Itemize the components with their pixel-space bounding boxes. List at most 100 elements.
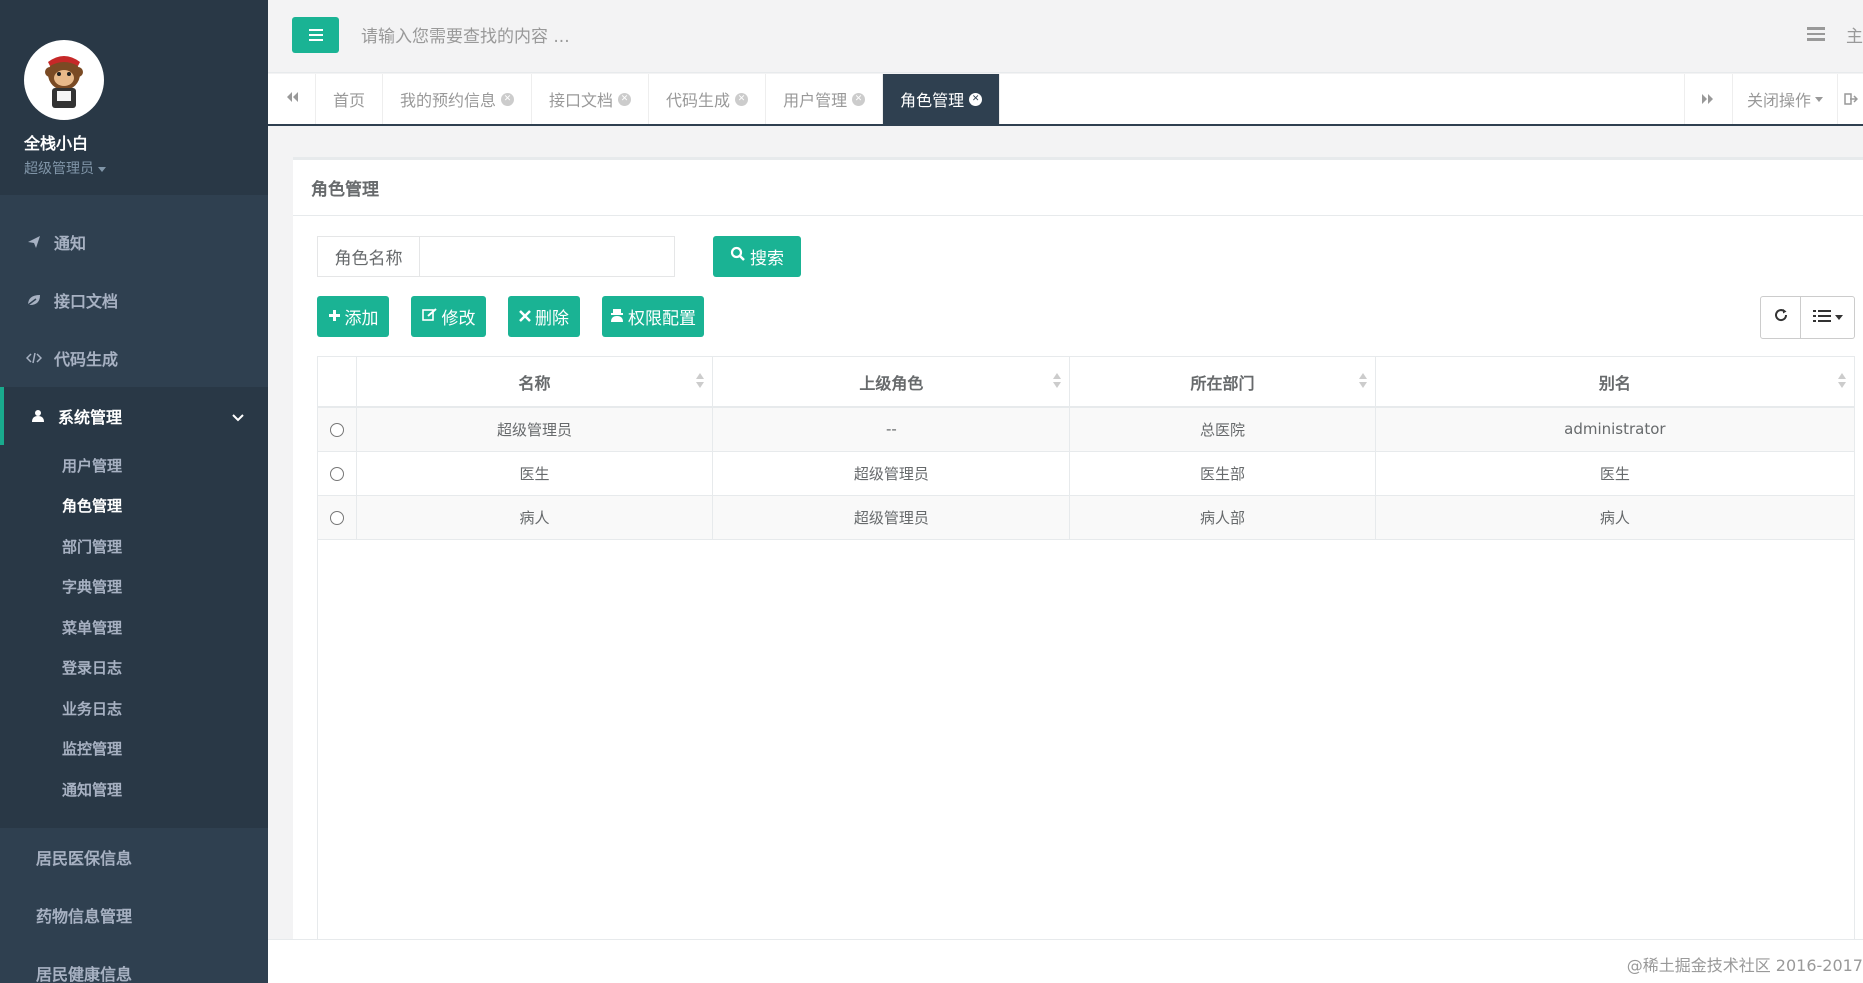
sidebar-sub-menus[interactable]: 菜单管理 (0, 607, 268, 648)
tabs-bar: 首页 我的预约信息 ✕ 接口文档 ✕ 代码生成 ✕ 用户管理 ✕ 角色管理 ✕ 关闭操作 (268, 74, 1863, 126)
column-header-department[interactable]: 所在部门 (1069, 357, 1376, 408)
delete-button[interactable]: 删除 (508, 296, 580, 337)
close-icon[interactable]: ✕ (618, 92, 632, 106)
tab-label: 代码生成 (666, 91, 731, 110)
sidebar-item-drug-info[interactable]: 药物信息管理 (0, 886, 268, 944)
close-icon[interactable]: ✕ (501, 92, 515, 106)
column-header-alias[interactable]: 别名 (1375, 357, 1854, 408)
column-header-label: 所在部门 (1190, 373, 1255, 393)
role-name-input[interactable] (420, 237, 674, 276)
tab-label: 用户管理 (783, 91, 848, 110)
close-operations-dropdown[interactable]: 关闭操作 (1731, 74, 1837, 124)
permission-config-button[interactable]: 权限配置 (602, 296, 704, 337)
tab-label: 首页 (333, 91, 366, 110)
column-header-label: 别名 (1598, 373, 1631, 393)
tab-label: 我的预约信息 (400, 91, 497, 110)
table-cell: 超级管理员 (712, 495, 1071, 540)
sort-icon (1838, 373, 1846, 391)
sidebar-item-resident-health[interactable]: 居民健康信息 (0, 944, 268, 983)
sidebar-item-label: 代码生成 (54, 350, 119, 369)
sidebar-sub-users[interactable]: 用户管理 (0, 445, 268, 486)
row-radio[interactable] (329, 422, 344, 437)
sidebar-sub-notice-mgmt[interactable]: 通知管理 (0, 769, 268, 810)
sidebar-subnav: 用户管理 角色管理 部门管理 字典管理 菜单管理 登录日志 业务日志 监控管理 … (0, 445, 268, 828)
add-button[interactable]: 添加 (317, 296, 389, 337)
table-row[interactable]: 超级管理员 -- 总医院 administrator (318, 407, 1854, 452)
sidebar-sub-departments[interactable]: 部门管理 (0, 526, 268, 567)
sidebar-sub-dictionary[interactable]: 字典管理 (0, 567, 268, 608)
table-cell: 医生 (356, 451, 714, 496)
table-row[interactable]: 医生 超级管理员 医生部 医生 (318, 451, 1854, 496)
list-icon (1812, 307, 1831, 328)
sidebar-sub-monitor[interactable]: 监控管理 (0, 729, 268, 770)
tab-label: 接口文档 (549, 91, 614, 110)
page-title: 角色管理 (293, 160, 1863, 216)
sidebar-sub-login-log[interactable]: 登录日志 (0, 648, 268, 689)
sidebar-item-codegen[interactable]: 代码生成 (0, 329, 268, 387)
tabs-list: 首页 我的预约信息 ✕ 接口文档 ✕ 代码生成 ✕ 用户管理 ✕ 角色管理 ✕ (316, 74, 1001, 124)
column-header-label: 上级角色 (859, 373, 924, 393)
sidebar-sub-business-log[interactable]: 业务日志 (0, 688, 268, 729)
column-header-name[interactable]: 名称 (356, 357, 714, 408)
tab-home[interactable]: 首页 (316, 74, 384, 124)
profile-role-dropdown[interactable]: 超级管理员 (24, 158, 268, 178)
sidebar-item-notify[interactable]: 通知 (0, 213, 268, 271)
list-icon[interactable] (1807, 27, 1825, 41)
sidebar-nav: 通知 接口文档 代码生成 系统管理 用户管理 角色管理 部门管理 字典管理 菜单… (0, 213, 268, 983)
top-search-input[interactable]: 请输入您需要查找的内容 ... (361, 22, 570, 47)
refresh-button[interactable] (1760, 296, 1801, 339)
table-cell: 医生部 (1069, 451, 1376, 496)
double-chevron-left-icon (285, 91, 299, 107)
table-row[interactable]: 病人 超级管理员 病人部 病人 (318, 495, 1854, 540)
row-radio[interactable] (329, 510, 344, 525)
search-icon (730, 246, 746, 267)
columns-toggle-button[interactable] (1801, 296, 1855, 339)
edit-button-label: 修改 (441, 309, 476, 329)
sidebar-item-resident-insurance[interactable]: 居民医保信息 (0, 828, 268, 886)
paper-plane-icon (24, 235, 44, 249)
hamburger-icon-bar (308, 39, 323, 41)
logout-button[interactable] (1837, 74, 1863, 124)
row-radio[interactable] (329, 466, 344, 481)
tabs-right-tools: 关闭操作 (1683, 74, 1863, 124)
sort-icon (1358, 373, 1367, 391)
edit-button[interactable]: 修改 (411, 296, 486, 337)
table-tools (1760, 296, 1855, 339)
tab-label: 角色管理 (900, 91, 965, 110)
hamburger-icon (308, 29, 323, 31)
menu-toggle-button[interactable] (292, 17, 339, 53)
profile-name: 全栈小白 (24, 134, 89, 153)
role-name-input-group: 角色名称 (317, 236, 675, 277)
close-icon[interactable]: ✕ (735, 92, 749, 106)
column-header-parent-role[interactable]: 上级角色 (712, 357, 1071, 408)
plus-icon (328, 307, 341, 327)
close-operations-label: 关闭操作 (1746, 91, 1811, 110)
table-cell: 总医院 (1069, 407, 1376, 452)
avatar[interactable] (24, 40, 104, 120)
caret-down-icon (98, 166, 106, 172)
edit-icon (421, 307, 438, 327)
refresh-icon (1773, 307, 1789, 328)
tabs-scroll-left-button[interactable] (268, 74, 316, 124)
close-icon[interactable]: ✕ (969, 92, 983, 106)
search-button[interactable]: 搜索 (713, 236, 801, 277)
table-cell: 病人 (356, 495, 714, 540)
close-icon[interactable]: ✕ (852, 92, 866, 106)
tab-api-docs[interactable]: 接口文档 ✕ (532, 74, 650, 124)
times-icon (519, 307, 531, 327)
sidebar-item-api-docs[interactable]: 接口文档 (0, 271, 268, 329)
tab-role-mgmt[interactable]: 角色管理 ✕ (883, 74, 1001, 124)
table-header-row: 名称 上级角色 所在部门 别名 (318, 357, 1854, 408)
profile-panel: 全栈小白 超级管理员 (0, 0, 268, 195)
tab-my-appointments[interactable]: 我的预约信息 ✕ (383, 74, 533, 124)
tab-user-mgmt[interactable]: 用户管理 ✕ (766, 74, 884, 124)
search-row: 角色名称 搜索 (317, 236, 801, 277)
tabs-scroll-right-button[interactable] (1683, 74, 1732, 124)
sort-icon (696, 373, 705, 391)
sidebar-item-system[interactable]: 系统管理 (0, 387, 268, 445)
top-right-label[interactable]: 主 (1846, 22, 1863, 47)
user-secret-icon (610, 307, 624, 327)
tab-codegen[interactable]: 代码生成 ✕ (649, 74, 767, 124)
column-header-label: 名称 (518, 373, 551, 393)
sidebar-sub-roles[interactable]: 角色管理 (0, 486, 268, 527)
